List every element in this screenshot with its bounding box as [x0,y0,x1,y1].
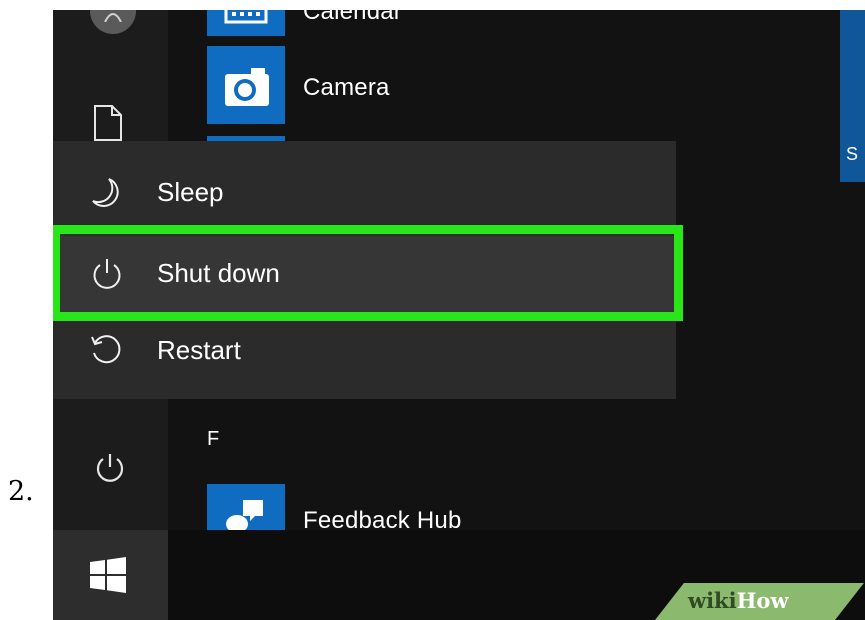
app-label-camera[interactable]: Camera [303,74,390,102]
menu-item-sleep[interactable]: Sleep [53,155,676,233]
calendar-tile[interactable] [207,10,285,36]
app-label-calendar[interactable]: Calendar [303,10,402,26]
section-header-f[interactable]: F [207,428,219,451]
moon-icon [92,178,119,207]
calendar-icon [224,10,268,24]
watermark-wiki: wiki [688,588,737,613]
start-button[interactable] [53,530,168,620]
step-number: 2. [8,476,34,507]
watermark-how: How [736,588,789,613]
menu-item-shut-down[interactable]: Shut down [53,225,683,321]
user-avatar[interactable] [90,10,136,34]
menu-item-label: Shut down [157,258,280,288]
user-icon [104,13,122,22]
live-tile-text: S [846,144,859,164]
restart-icon [91,335,121,364]
wikihow-watermark: wikiHow [688,588,789,613]
menu-item-label: Sleep [157,177,224,207]
desktop-screen: Calendar Camera F Feedback Hub S Sleep S… [53,10,865,620]
power-menu: Sleep Shut down Restart [53,141,683,399]
power-icon [93,259,121,289]
menu-item-label: Restart [157,335,241,365]
highlight-box [53,225,683,321]
menu-item-restart[interactable]: Restart [53,313,676,391]
documents-icon[interactable] [93,104,123,142]
camera-icon [225,68,269,106]
camera-tile[interactable] [207,46,285,124]
windows-icon [90,557,126,593]
power-icon[interactable] [93,451,127,485]
